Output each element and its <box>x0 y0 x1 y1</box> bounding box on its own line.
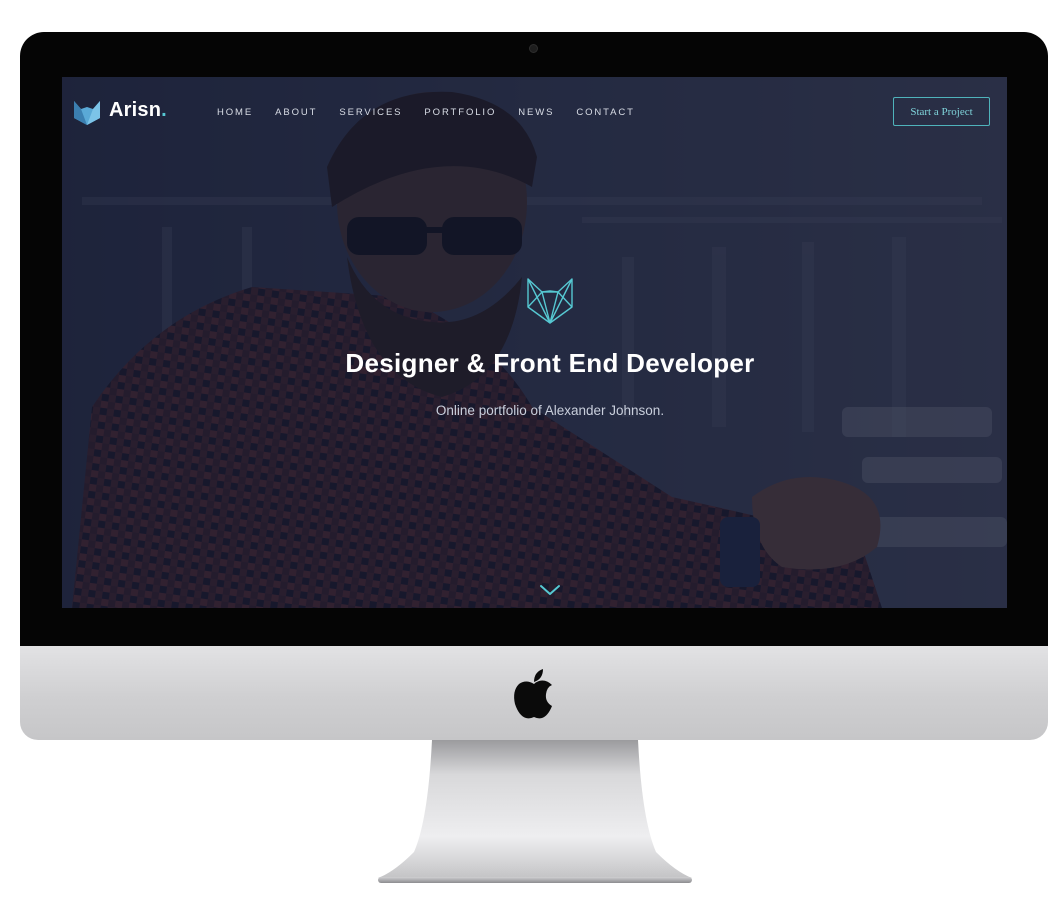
top-navigation: Arisn. HOME ABOUT SERVICES PORTFOLIO NEW… <box>62 77 1007 149</box>
brand-name[interactable]: Arisn. <box>109 99 167 122</box>
nav-item-services[interactable]: SERVICES <box>339 107 402 118</box>
apple-logo-icon <box>514 669 552 719</box>
start-project-button[interactable]: Start a Project <box>893 97 990 126</box>
geometric-fox-emblem-icon <box>527 278 573 324</box>
nav-item-about[interactable]: ABOUT <box>275 107 317 118</box>
nav-item-home[interactable]: HOME <box>217 107 253 118</box>
hero-title: Designer & Front End Developer <box>345 348 755 378</box>
camera-icon <box>529 44 538 53</box>
hero-subtitle: Online portfolio of Alexander Johnson. <box>435 403 665 418</box>
imac-mockup: Arisn. HOME ABOUT SERVICES PORTFOLIO NEW… <box>0 0 1049 907</box>
website-screen: Arisn. HOME ABOUT SERVICES PORTFOLIO NEW… <box>62 77 1007 608</box>
main-menu: HOME ABOUT SERVICES PORTFOLIO NEWS CONTA… <box>217 107 657 118</box>
hero-overlay <box>62 77 1007 608</box>
nav-item-portfolio[interactable]: PORTFOLIO <box>424 107 496 118</box>
fox-logo-icon[interactable] <box>73 98 101 126</box>
nav-item-news[interactable]: NEWS <box>518 107 554 118</box>
nav-item-contact[interactable]: CONTACT <box>576 107 635 118</box>
monitor-stand <box>378 740 692 883</box>
chevron-down-icon[interactable] <box>538 583 562 597</box>
